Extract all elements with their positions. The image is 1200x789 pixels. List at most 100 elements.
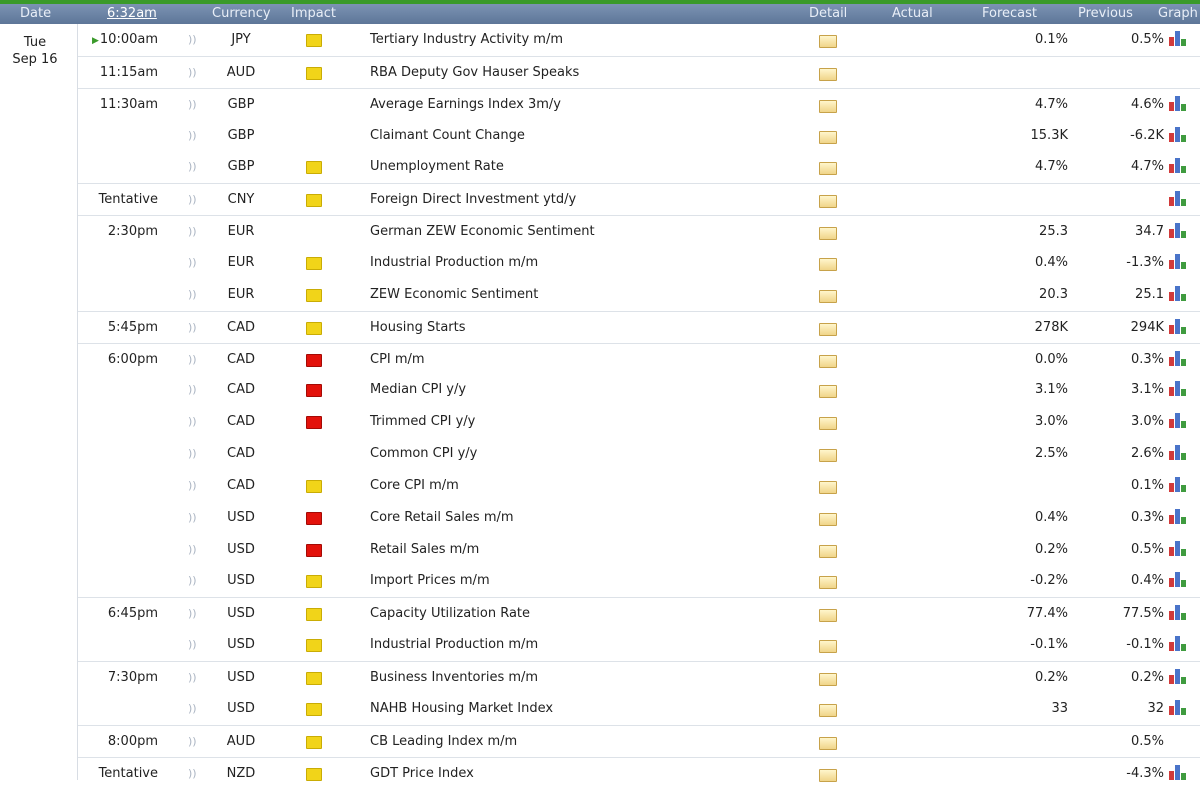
- table-row[interactable]: )) GBP Unemployment Rate 4.7% 4.7%: [78, 151, 1200, 183]
- bar-chart-icon[interactable]: [1169, 380, 1187, 397]
- speaker-icon[interactable]: )): [188, 447, 200, 460]
- event-name[interactable]: Capacity Utilization Rate: [370, 606, 530, 621]
- folder-icon[interactable]: [819, 289, 837, 303]
- bar-chart-icon[interactable]: [1169, 635, 1187, 652]
- table-row[interactable]: )) EUR Industrial Production m/m 0.4% -1.3%: [78, 247, 1200, 279]
- bar-chart-icon[interactable]: [1169, 190, 1187, 207]
- table-row[interactable]: )) CAD Trimmed CPI y/y 3.0% 3.0%: [78, 406, 1200, 438]
- bar-chart-icon[interactable]: [1169, 126, 1187, 142]
- bar-chart-icon[interactable]: [1169, 764, 1187, 780]
- speaker-icon[interactable]: )): [188, 160, 200, 173]
- table-row[interactable]: Tentative)) CNY Foreign Direct Investment …: [78, 183, 1200, 216]
- folder-icon[interactable]: [819, 35, 837, 48]
- table-row[interactable]: ▶10:00am)) JPY Tertiary Industry Activity …: [78, 24, 1200, 56]
- event-name[interactable]: Industrial Production m/m: [370, 637, 538, 652]
- speaker-icon[interactable]: )): [188, 383, 200, 396]
- speaker-icon[interactable]: )): [188, 543, 200, 556]
- folder-icon[interactable]: [819, 130, 837, 144]
- speaker-icon[interactable]: )): [188, 129, 200, 142]
- folder-icon[interactable]: [819, 640, 837, 654]
- speaker-icon[interactable]: )): [188, 415, 200, 428]
- speaker-icon[interactable]: )): [188, 638, 200, 651]
- event-name[interactable]: RBA Deputy Gov Hauser Speaks: [370, 65, 579, 80]
- folder-icon[interactable]: [819, 257, 837, 271]
- table-row[interactable]: )) EUR ZEW Economic Sentiment 20.3 25.1: [78, 279, 1200, 311]
- bar-chart-icon[interactable]: [1169, 571, 1187, 588]
- table-row[interactable]: )) CAD Median CPI y/y 3.1% 3.1%: [78, 374, 1200, 406]
- folder-icon[interactable]: [819, 449, 837, 463]
- event-name[interactable]: Average Earnings Index 3m/y: [370, 97, 561, 112]
- bar-chart-icon[interactable]: [1169, 318, 1187, 334]
- folder-icon[interactable]: [819, 162, 837, 176]
- event-name[interactable]: Median CPI y/y: [370, 382, 466, 397]
- bar-chart-icon[interactable]: [1169, 540, 1187, 556]
- table-row[interactable]: 6:00pm)) CAD CPI m/m 0.0% 0.3%: [78, 342, 1200, 376]
- event-name[interactable]: Trimmed CPI y/y: [370, 414, 475, 429]
- speaker-icon[interactable]: )): [188, 767, 200, 780]
- event-name[interactable]: CB Leading Index m/m: [370, 734, 517, 749]
- folder-icon[interactable]: [819, 67, 837, 81]
- folder-icon[interactable]: [819, 227, 837, 241]
- event-name[interactable]: German ZEW Economic Sentiment: [370, 224, 595, 239]
- folder-icon[interactable]: [819, 195, 837, 209]
- bar-chart-icon[interactable]: [1169, 95, 1187, 111]
- event-name[interactable]: Claimant Count Change: [370, 128, 525, 143]
- bar-chart-icon[interactable]: [1169, 412, 1187, 429]
- table-row[interactable]: 11:15am)) AUD RBA Deputy Gov Hauser Speaks: [78, 55, 1200, 89]
- event-name[interactable]: ZEW Economic Sentiment: [370, 287, 538, 302]
- bar-chart-icon[interactable]: [1169, 253, 1187, 269]
- bar-chart-icon[interactable]: [1169, 285, 1187, 301]
- speaker-icon[interactable]: )): [188, 671, 200, 684]
- speaker-icon[interactable]: )): [188, 225, 200, 238]
- folder-icon[interactable]: [819, 354, 837, 368]
- folder-icon[interactable]: [819, 736, 837, 750]
- folder-icon[interactable]: [819, 99, 837, 113]
- folder-icon[interactable]: [819, 703, 837, 717]
- folder-icon[interactable]: [819, 480, 837, 494]
- event-name[interactable]: Foreign Direct Investment ytd/y: [370, 192, 576, 207]
- bar-chart-icon[interactable]: [1169, 444, 1187, 461]
- table-row[interactable]: 2:30pm)) EUR German ZEW Economic Sentiment…: [78, 215, 1200, 248]
- table-row[interactable]: )) CAD Core CPI m/m 0.1%: [78, 470, 1200, 502]
- bar-chart-icon[interactable]: [1169, 30, 1187, 46]
- table-row[interactable]: )) USD NAHB Housing Market Index 33 32: [78, 693, 1200, 725]
- bar-chart-icon[interactable]: [1169, 222, 1187, 239]
- folder-icon[interactable]: [819, 417, 837, 431]
- folder-icon[interactable]: [819, 544, 837, 558]
- table-row[interactable]: 8:00pm)) AUD CB Leading Index m/m 0.5%: [78, 724, 1200, 758]
- event-name[interactable]: NAHB Housing Market Index: [370, 701, 553, 716]
- table-row[interactable]: Tentative)) NZD GDT Price Index -4.3%: [78, 756, 1200, 789]
- header-time-link[interactable]: 6:32am: [107, 6, 157, 21]
- speaker-icon[interactable]: )): [188, 321, 200, 334]
- folder-icon[interactable]: [819, 576, 837, 590]
- event-name[interactable]: Core Retail Sales m/m: [370, 510, 514, 525]
- event-name[interactable]: Core CPI m/m: [370, 478, 459, 493]
- table-row[interactable]: 5:45pm)) CAD Housing Starts 278K 294K: [78, 310, 1200, 344]
- event-name[interactable]: Common CPI y/y: [370, 446, 477, 461]
- event-name[interactable]: Tertiary Industry Activity m/m: [370, 32, 563, 47]
- table-row[interactable]: 6:45pm)) USD Capacity Utilization Rate 77.4…: [78, 597, 1200, 630]
- bar-chart-icon[interactable]: [1169, 157, 1187, 174]
- event-name[interactable]: CPI m/m: [370, 352, 425, 367]
- speaker-icon[interactable]: )): [188, 98, 200, 111]
- table-row[interactable]: 7:30pm)) USD Business Inventories m/m 0.2% 0…: [78, 661, 1200, 694]
- event-name[interactable]: Housing Starts: [370, 320, 466, 335]
- bar-chart-icon[interactable]: [1169, 668, 1187, 684]
- folder-icon[interactable]: [819, 385, 837, 399]
- event-name[interactable]: GDT Price Index: [370, 766, 474, 781]
- table-row[interactable]: )) USD Core Retail Sales m/m 0.4% 0.3%: [78, 502, 1200, 534]
- table-row[interactable]: )) CAD Common CPI y/y 2.5% 2.6%: [78, 438, 1200, 470]
- table-row[interactable]: )) USD Industrial Production m/m -0.1% -0.1%: [78, 629, 1200, 661]
- table-row[interactable]: )) GBP Claimant Count Change 15.3K -6.2K: [78, 120, 1200, 152]
- event-name[interactable]: Industrial Production m/m: [370, 255, 538, 270]
- table-row[interactable]: 11:30am)) GBP Average Earnings Index 3m/y 4…: [78, 87, 1200, 121]
- speaker-icon[interactable]: )): [188, 33, 200, 46]
- speaker-icon[interactable]: )): [188, 256, 200, 269]
- speaker-icon[interactable]: )): [188, 511, 200, 524]
- bar-chart-icon[interactable]: [1169, 476, 1187, 492]
- speaker-icon[interactable]: )): [188, 574, 200, 587]
- folder-icon[interactable]: [819, 673, 837, 686]
- event-name[interactable]: Import Prices m/m: [370, 573, 490, 588]
- speaker-icon[interactable]: )): [188, 66, 200, 79]
- event-name[interactable]: Retail Sales m/m: [370, 542, 479, 557]
